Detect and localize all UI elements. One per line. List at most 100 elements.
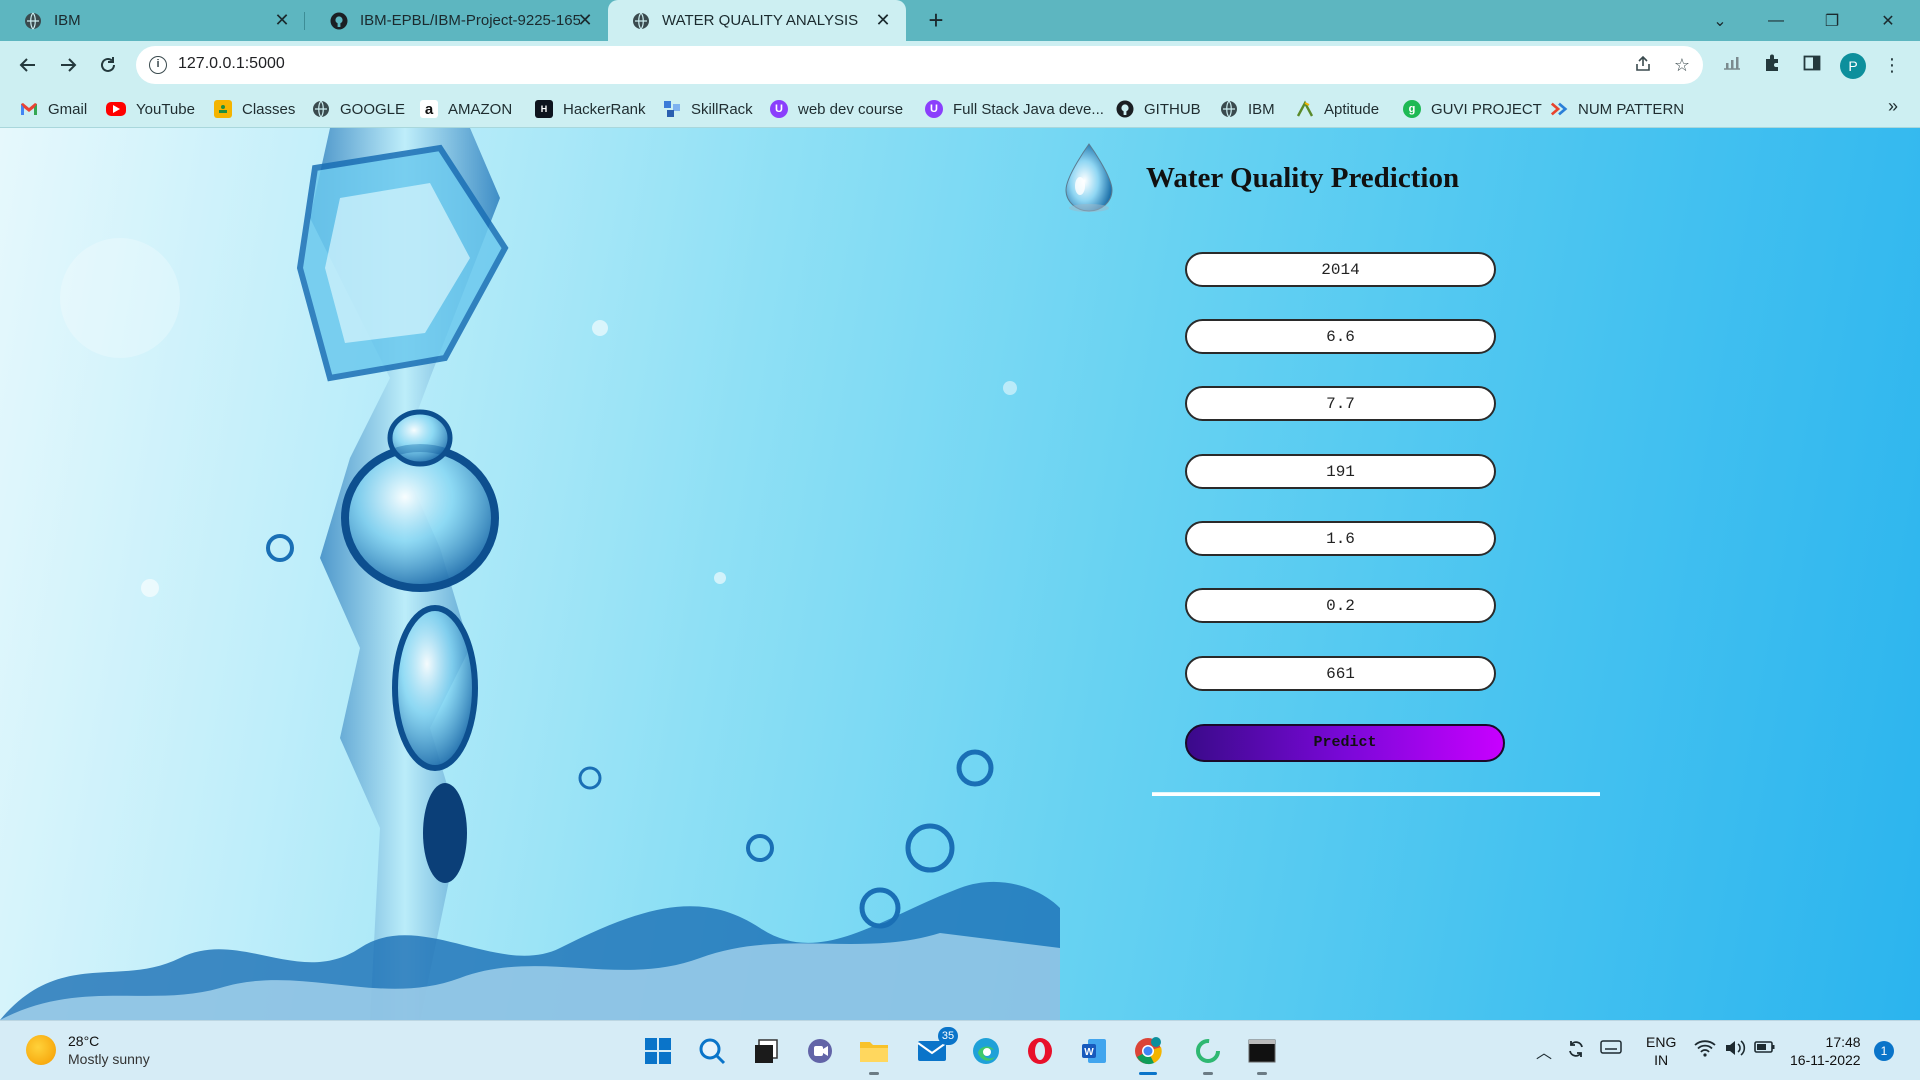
youtube-icon xyxy=(106,102,126,116)
bookmark-classes[interactable]: Classes xyxy=(214,98,295,120)
sun-icon xyxy=(26,1035,56,1065)
teams-chat-button[interactable] xyxy=(802,1033,838,1069)
aptitude-icon xyxy=(1296,100,1314,118)
language-indicator[interactable]: ENG IN xyxy=(1646,1033,1676,1069)
loader-app-button[interactable] xyxy=(1190,1033,1226,1075)
clock[interactable]: 17:48 16-11-2022 xyxy=(1790,1033,1861,1069)
profile-avatar[interactable]: P xyxy=(1840,53,1866,79)
sync-icon[interactable] xyxy=(1566,1039,1586,1064)
bookmark-hackerrank[interactable]: H HackerRank xyxy=(535,98,646,120)
reload-icon xyxy=(101,57,115,72)
edge-button[interactable] xyxy=(968,1033,1004,1069)
bookmarks-overflow-icon[interactable]: » xyxy=(1888,96,1898,117)
bookmark-gmail[interactable]: Gmail xyxy=(20,98,87,120)
skillrack-icon xyxy=(663,100,681,118)
forward-button[interactable] xyxy=(52,49,84,81)
bookmark-num-pattern[interactable]: NUM PATTERN xyxy=(1550,98,1684,120)
bookmark-label: web dev course xyxy=(798,100,904,118)
bookmark-skillrack[interactable]: SkillRack xyxy=(663,98,753,120)
input-field-1[interactable] xyxy=(1185,252,1496,287)
result-divider xyxy=(1152,792,1600,796)
globe-icon xyxy=(1220,100,1238,118)
performance-icon[interactable] xyxy=(1720,53,1744,77)
menu-kebab-icon[interactable]: ⋮ xyxy=(1880,53,1904,77)
teams-icon xyxy=(808,1039,832,1063)
restore-button[interactable]: ❐ xyxy=(1804,0,1860,41)
battery-icon[interactable] xyxy=(1754,1039,1776,1060)
bookmark-label: GOOGLE xyxy=(340,100,406,118)
close-icon[interactable]: ✕ xyxy=(576,11,594,29)
bookmark-ibm[interactable]: IBM xyxy=(1220,98,1275,120)
amazon-icon: a xyxy=(420,100,438,118)
hackerrank-icon: H xyxy=(535,100,553,118)
close-icon[interactable]: ✕ xyxy=(874,11,892,29)
file-explorer-button[interactable] xyxy=(856,1033,892,1075)
bookmark-guvi-project[interactable]: g GUVI PROJECT xyxy=(1403,98,1542,120)
notification-badge[interactable]: 1 xyxy=(1874,1041,1894,1061)
weather-widget[interactable]: 28°C Mostly sunny xyxy=(26,1033,150,1067)
input-field-4[interactable] xyxy=(1185,454,1496,489)
tab-github[interactable]: IBM-EPBL/IBM-Project-9225-165 ✕ xyxy=(306,0,608,41)
taskbar-search-button[interactable] xyxy=(694,1033,730,1069)
task-view-button[interactable] xyxy=(748,1033,784,1069)
bookmark-label: Classes xyxy=(242,100,296,118)
tab-ibm[interactable]: IBM ✕ xyxy=(0,0,305,41)
course-icon: U xyxy=(770,100,788,118)
course-icon: U xyxy=(925,100,943,118)
side-panel-icon[interactable] xyxy=(1800,53,1824,77)
new-tab-button[interactable]: + xyxy=(922,6,950,34)
show-hidden-icons-chevron-up-icon[interactable]: ︿ xyxy=(1536,1039,1552,1063)
volume-icon[interactable] xyxy=(1724,1039,1746,1062)
wifi-icon[interactable] xyxy=(1694,1039,1716,1062)
bookmark-amazon[interactable]: a AMAZON xyxy=(420,98,512,120)
input-field-2[interactable] xyxy=(1185,319,1496,354)
tab-water-quality[interactable]: WATER QUALITY ANALYSIS ✕ xyxy=(608,0,906,41)
word-button[interactable]: W xyxy=(1076,1033,1112,1069)
tab-strip: IBM ✕ IBM-EPBL/IBM-Project-9225-165 ✕ WA… xyxy=(0,0,1920,41)
input-field-6[interactable] xyxy=(1185,588,1496,623)
opera-button[interactable] xyxy=(1022,1033,1058,1069)
classroom-icon xyxy=(214,100,232,118)
bookmark-label: HackerRank xyxy=(563,100,646,118)
bookmark-web-dev-course[interactable]: U web dev course xyxy=(770,98,903,120)
predict-button[interactable]: Predict xyxy=(1185,724,1505,762)
input-field-3[interactable] xyxy=(1185,386,1496,421)
site-info-icon[interactable]: i xyxy=(149,56,167,74)
bookmark-github[interactable]: GITHUB xyxy=(1116,98,1201,120)
bookmark-label: Aptitude xyxy=(1324,100,1380,118)
bookmark-label: AMAZON xyxy=(448,100,513,118)
back-button[interactable] xyxy=(12,49,44,81)
folder-icon xyxy=(860,1042,888,1062)
share-icon[interactable] xyxy=(1632,54,1654,76)
mail-button[interactable]: 35 xyxy=(914,1027,958,1069)
chrome-button[interactable] xyxy=(1130,1033,1166,1075)
star-icon[interactable]: ☆ xyxy=(1671,54,1693,76)
terminal-button[interactable] xyxy=(1244,1033,1280,1075)
weather-temp: 28°C xyxy=(68,1033,100,1049)
close-window-button[interactable]: ✕ xyxy=(1860,0,1916,41)
input-field-5[interactable] xyxy=(1185,521,1496,556)
region-code: IN xyxy=(1654,1052,1669,1068)
chrome-icon xyxy=(1135,1037,1162,1065)
bookmark-label: IBM xyxy=(1248,100,1275,118)
page-header: Water Quality Prediction xyxy=(1060,138,1459,218)
bookmark-youtube[interactable]: YouTube xyxy=(106,98,195,120)
minimize-button[interactable]: — xyxy=(1748,0,1804,41)
bookmark-google[interactable]: GOOGLE xyxy=(312,98,405,120)
task-view-icon xyxy=(755,1039,778,1063)
start-button[interactable] xyxy=(640,1033,676,1069)
bookmark-aptitude[interactable]: Aptitude xyxy=(1296,98,1379,120)
tab-title: IBM xyxy=(54,12,81,29)
reload-button[interactable] xyxy=(92,49,124,81)
bookmark-label: GUVI PROJECT xyxy=(1431,100,1542,118)
bookmark-label: GITHUB xyxy=(1144,100,1201,118)
address-bar[interactable]: i 127.0.0.1:5000 ☆ xyxy=(136,46,1703,84)
bookmark-full-stack-java[interactable]: U Full Stack Java deve... xyxy=(925,98,1104,120)
input-field-7[interactable] xyxy=(1185,656,1496,691)
tab-search-dropdown-icon[interactable]: ⌄ xyxy=(1692,0,1748,41)
edge-icon xyxy=(973,1038,999,1064)
extensions-icon[interactable] xyxy=(1760,53,1784,77)
close-icon[interactable]: ✕ xyxy=(273,11,291,29)
page-viewport: Water Quality Prediction Predict xyxy=(0,128,1920,1020)
keyboard-icon[interactable] xyxy=(1600,1039,1622,1060)
